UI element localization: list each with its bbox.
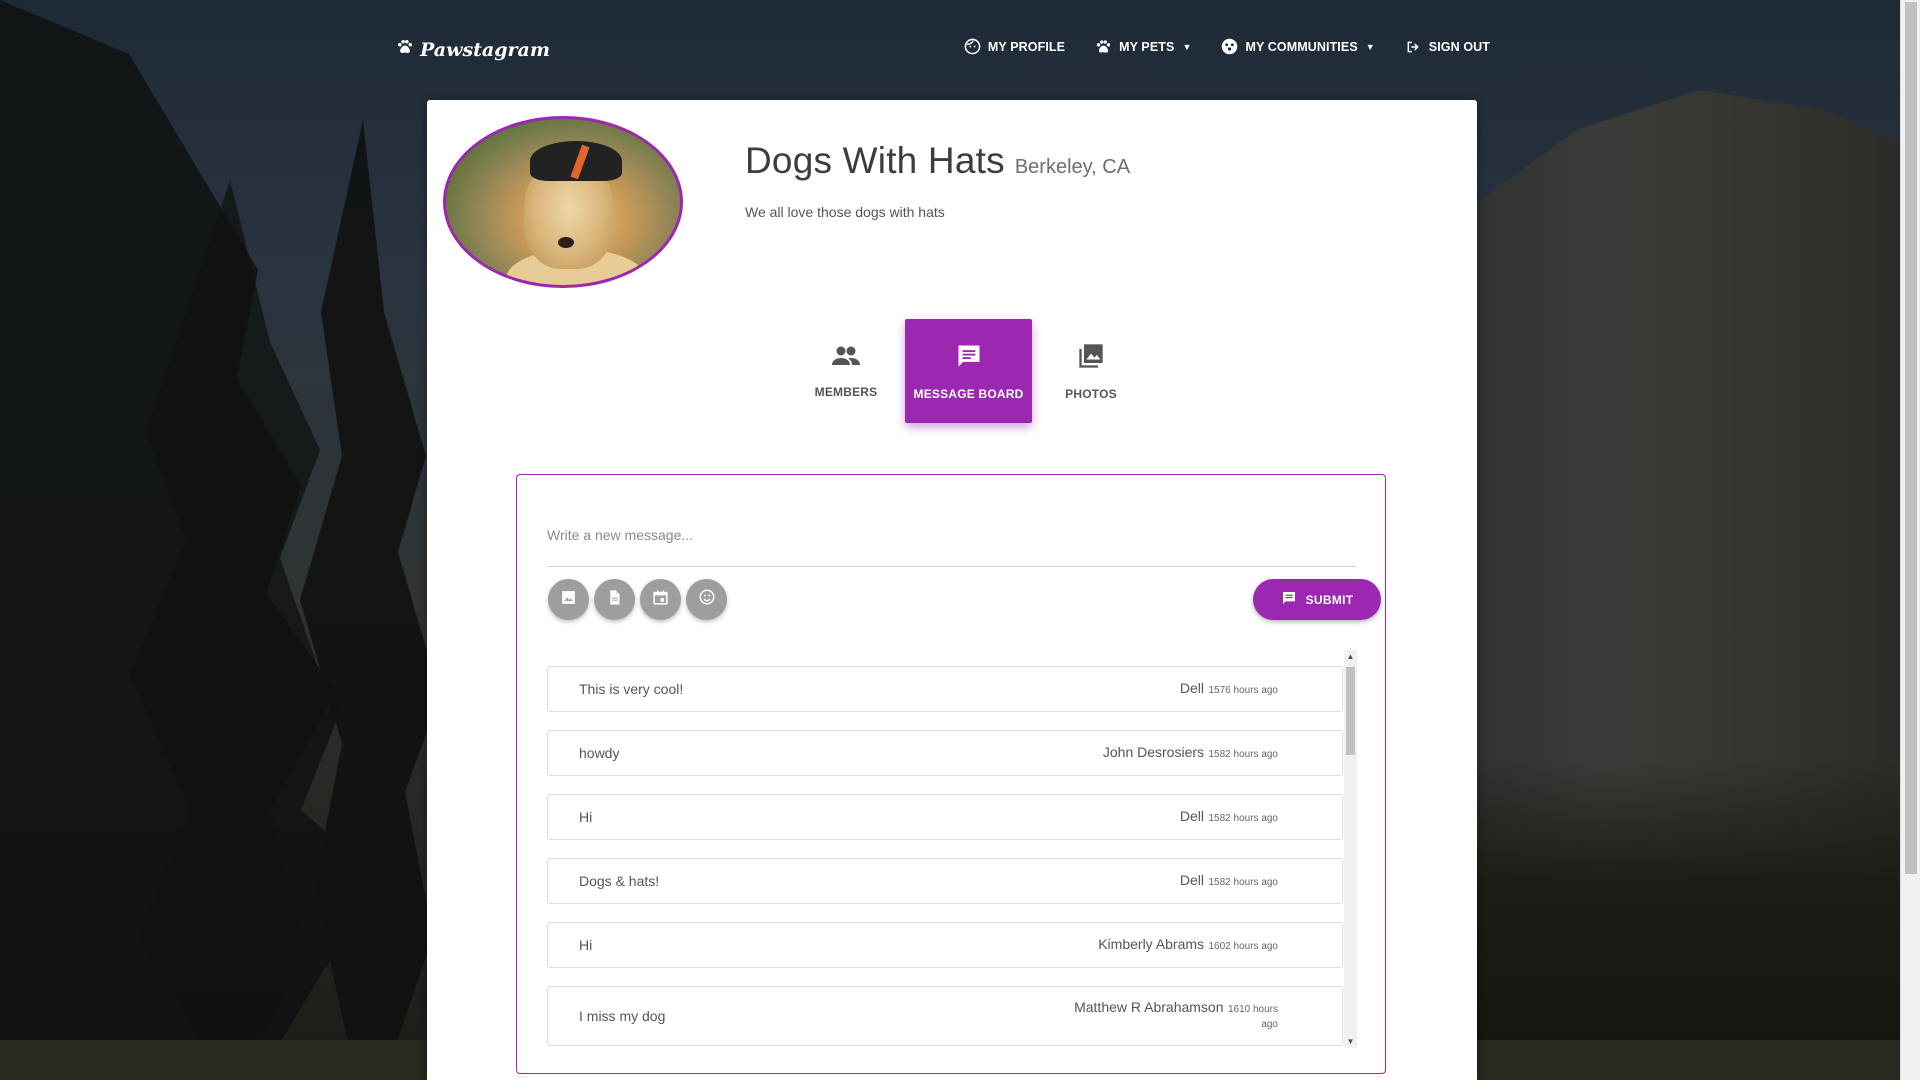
brand-logo[interactable]: Pawstagram <box>396 38 550 61</box>
message-icon <box>955 342 983 375</box>
community-header: Dogs With Hats Berkeley, CA We all love … <box>745 140 1130 220</box>
communities-icon <box>1221 38 1238 55</box>
caret-down-icon: ▼ <box>1182 41 1192 52</box>
community-card: Dogs With Hats Berkeley, CA We all love … <box>427 100 1477 1080</box>
nav-menu: MY PROFILE MY PETS ▼ MY COMMUNITIES ▼ SI <box>964 38 1490 55</box>
new-message-input[interactable] <box>547 503 1356 567</box>
nav-my-pets-label: MY PETS <box>1119 39 1175 54</box>
paw-icon <box>396 38 414 61</box>
message-text: Hi <box>579 937 593 953</box>
message-time: 1576 hours ago <box>1208 684 1278 696</box>
nav-my-pets[interactable]: MY PETS ▼ <box>1095 38 1191 55</box>
community-location: Berkeley, CA <box>1014 156 1131 178</box>
message-meta: Dell 1582 hours ago <box>1179 807 1278 825</box>
page-title: Dogs With Hats Berkeley, CA <box>745 140 1130 182</box>
scroll-down-icon[interactable]: ▼ <box>1344 1035 1357 1048</box>
nav-my-profile[interactable]: MY PROFILE <box>964 38 1065 55</box>
message-text: Dogs & hats! <box>579 873 660 889</box>
community-avatar <box>443 116 683 288</box>
message-text: howdy <box>579 745 620 761</box>
tab-members[interactable]: MEMBERS <box>787 319 905 423</box>
message-meta: Kimberly Abrams 1602 hours ago <box>1098 935 1278 953</box>
calendar-icon <box>652 589 669 611</box>
page-scrollbar[interactable] <box>1900 0 1920 1080</box>
face-icon <box>964 38 981 55</box>
message-meta: Dell 1576 hours ago <box>1179 679 1278 697</box>
attachment-toolbar <box>548 579 727 620</box>
list-item[interactable]: This is very cool! Dell 1576 hours ago <box>547 666 1343 712</box>
top-navbar: Pawstagram MY PROFILE MY PETS ▼ MY COMMU… <box>0 0 1900 100</box>
scrollbar-thumb[interactable] <box>1346 667 1355 755</box>
message-author: John Desrosiers <box>1102 743 1205 760</box>
emoji-icon <box>698 588 716 611</box>
message-author: Dell <box>1179 679 1205 696</box>
message-meta: Matthew R Abrahamson 1610 hours ago <box>1073 999 1278 1031</box>
submit-button[interactable]: SUBMIT <box>1253 579 1381 620</box>
members-icon <box>831 344 861 373</box>
image-icon <box>560 589 577 611</box>
page-scrollbar-thumb[interactable] <box>1905 2 1917 874</box>
community-name: Dogs With Hats <box>745 140 1005 181</box>
submit-label: SUBMIT <box>1305 592 1354 607</box>
tab-photos[interactable]: PHOTOS <box>1032 319 1150 423</box>
community-description: We all love those dogs with hats <box>745 204 945 220</box>
paw-icon <box>1095 38 1112 55</box>
attach-event-button[interactable] <box>640 579 681 620</box>
tab-message-board-label: MESSAGE BOARD <box>913 386 1024 401</box>
message-time: 1582 hours ago <box>1208 812 1278 824</box>
list-item[interactable]: Hi Kimberly Abrams 1602 hours ago <box>547 922 1343 968</box>
avatar-dog-nose <box>558 237 574 248</box>
message-author: Dell <box>1179 871 1205 888</box>
message-author: Dell <box>1179 807 1205 824</box>
list-item[interactable]: howdy John Desrosiers 1582 hours ago <box>547 730 1343 776</box>
message-meta: John Desrosiers 1582 hours ago <box>1102 743 1278 761</box>
list-item[interactable]: Hi Dell 1582 hours ago <box>547 794 1343 840</box>
nav-my-communities[interactable]: MY COMMUNITIES ▼ <box>1221 38 1375 55</box>
message-time: 1602 hours ago <box>1208 940 1278 952</box>
attach-file-button[interactable] <box>594 579 635 620</box>
message-list-container[interactable]: This is very cool! Dell 1576 hours ago h… <box>547 650 1357 1048</box>
tab-members-label: MEMBERS <box>814 384 878 399</box>
message-board-panel: SUBMIT This is very cool! Dell 1576 hour… <box>516 474 1386 1074</box>
brand-name: Pawstagram <box>420 38 550 61</box>
community-tabs: MEMBERS MESSAGE BOARD PHOTOS <box>787 319 1150 423</box>
nav-sign-out-label: SIGN OUT <box>1428 39 1490 54</box>
message-text: This is very cool! <box>579 681 684 697</box>
nav-my-communities-label: MY COMMUNITIES <box>1245 39 1358 54</box>
message-text: I miss my dog <box>579 1008 666 1024</box>
scroll-up-icon[interactable]: ▲ <box>1344 650 1357 663</box>
tab-photos-label: PHOTOS <box>1065 386 1117 401</box>
message-text: Hi <box>579 809 593 825</box>
message-icon <box>1281 590 1297 609</box>
message-time: 1610 hours ago <box>1227 1004 1278 1030</box>
photo-library-icon <box>1077 342 1105 375</box>
attach-image-button[interactable] <box>548 579 589 620</box>
message-author: Matthew R Abrahamson <box>1074 999 1224 1015</box>
nav-my-profile-label: MY PROFILE <box>987 39 1066 54</box>
message-time: 1582 hours ago <box>1208 876 1278 888</box>
background-forest <box>1430 760 1920 1080</box>
message-author: Kimberly Abrams <box>1098 935 1205 952</box>
sign-out-icon <box>1405 38 1422 55</box>
nav-sign-out[interactable]: SIGN OUT <box>1405 38 1490 55</box>
file-icon <box>606 589 623 611</box>
message-meta: Dell 1582 hours ago <box>1179 871 1278 889</box>
insert-emoji-button[interactable] <box>686 579 727 620</box>
tab-message-board[interactable]: MESSAGE BOARD <box>905 319 1032 423</box>
message-time: 1582 hours ago <box>1208 748 1278 760</box>
message-list-scrollbar[interactable]: ▲ ▼ <box>1344 650 1357 1048</box>
list-item[interactable]: Dogs & hats! Dell 1582 hours ago <box>547 858 1343 904</box>
list-item[interactable]: I miss my dog Matthew R Abrahamson 1610 … <box>547 986 1343 1046</box>
caret-down-icon: ▼ <box>1365 41 1375 52</box>
